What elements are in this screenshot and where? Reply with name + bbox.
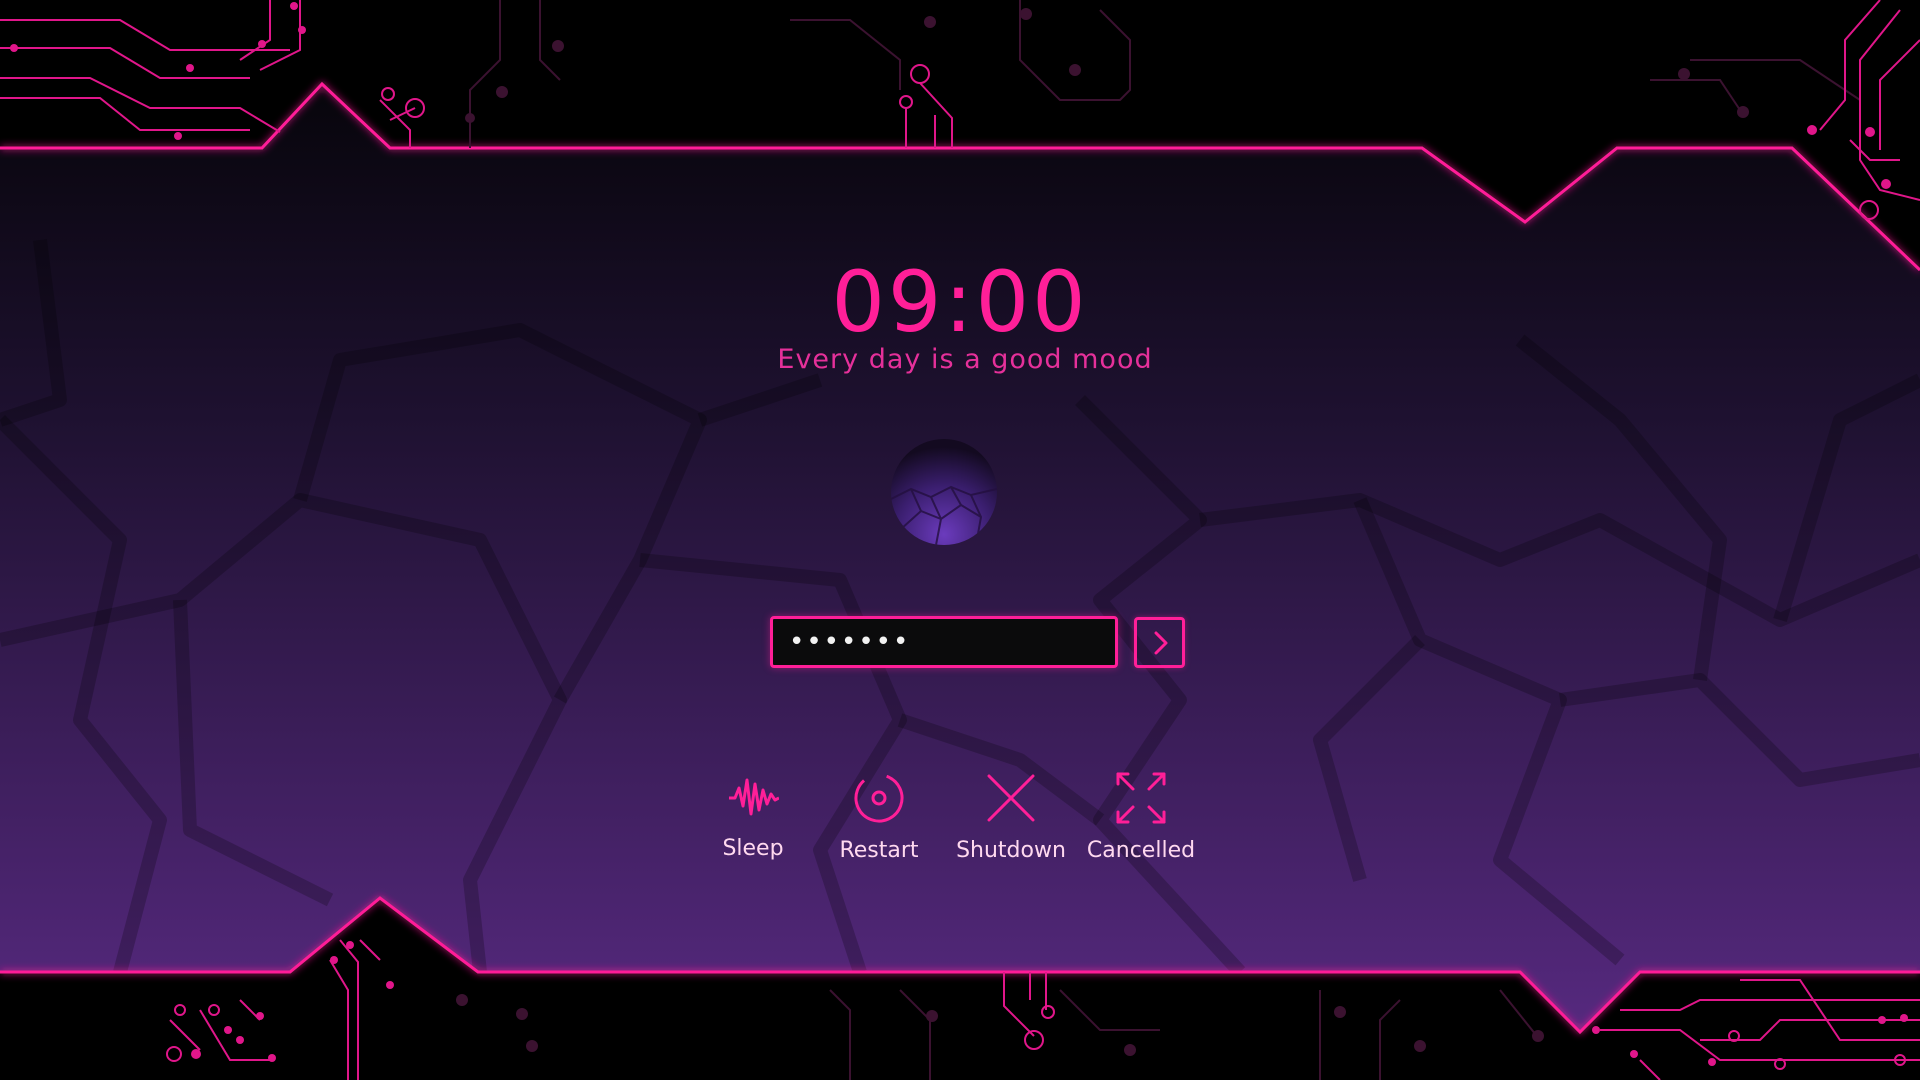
sleep-button[interactable]: Sleep (688, 770, 818, 870)
clock-time: 09:00 (831, 253, 1089, 351)
center-panel (0, 84, 1920, 1032)
sleep-wave-icon (729, 778, 779, 816)
greeting-motto: Every day is a good mood (777, 344, 1153, 375)
shutdown-label: Shutdown (956, 838, 1066, 863)
sleep-label: Sleep (722, 836, 784, 861)
cancel-label: Cancelled (1086, 838, 1196, 863)
avatar-pattern (891, 485, 997, 545)
shutdown-x-icon (987, 774, 1035, 822)
shutdown-button[interactable]: Shutdown (946, 770, 1076, 870)
submit-button[interactable] (1134, 617, 1185, 668)
cancel-button[interactable]: Cancelled (1076, 770, 1206, 870)
expand-arrows-icon (1116, 772, 1166, 824)
lock-screen: 09:00 Every day is a good mood Sleep (0, 0, 1920, 1080)
restart-button[interactable]: Restart (814, 770, 944, 870)
restart-icon (854, 773, 904, 823)
password-input[interactable] (770, 616, 1118, 668)
restart-label: Restart (839, 838, 919, 863)
user-avatar[interactable] (891, 439, 997, 545)
chevron-right-icon (1154, 631, 1168, 655)
